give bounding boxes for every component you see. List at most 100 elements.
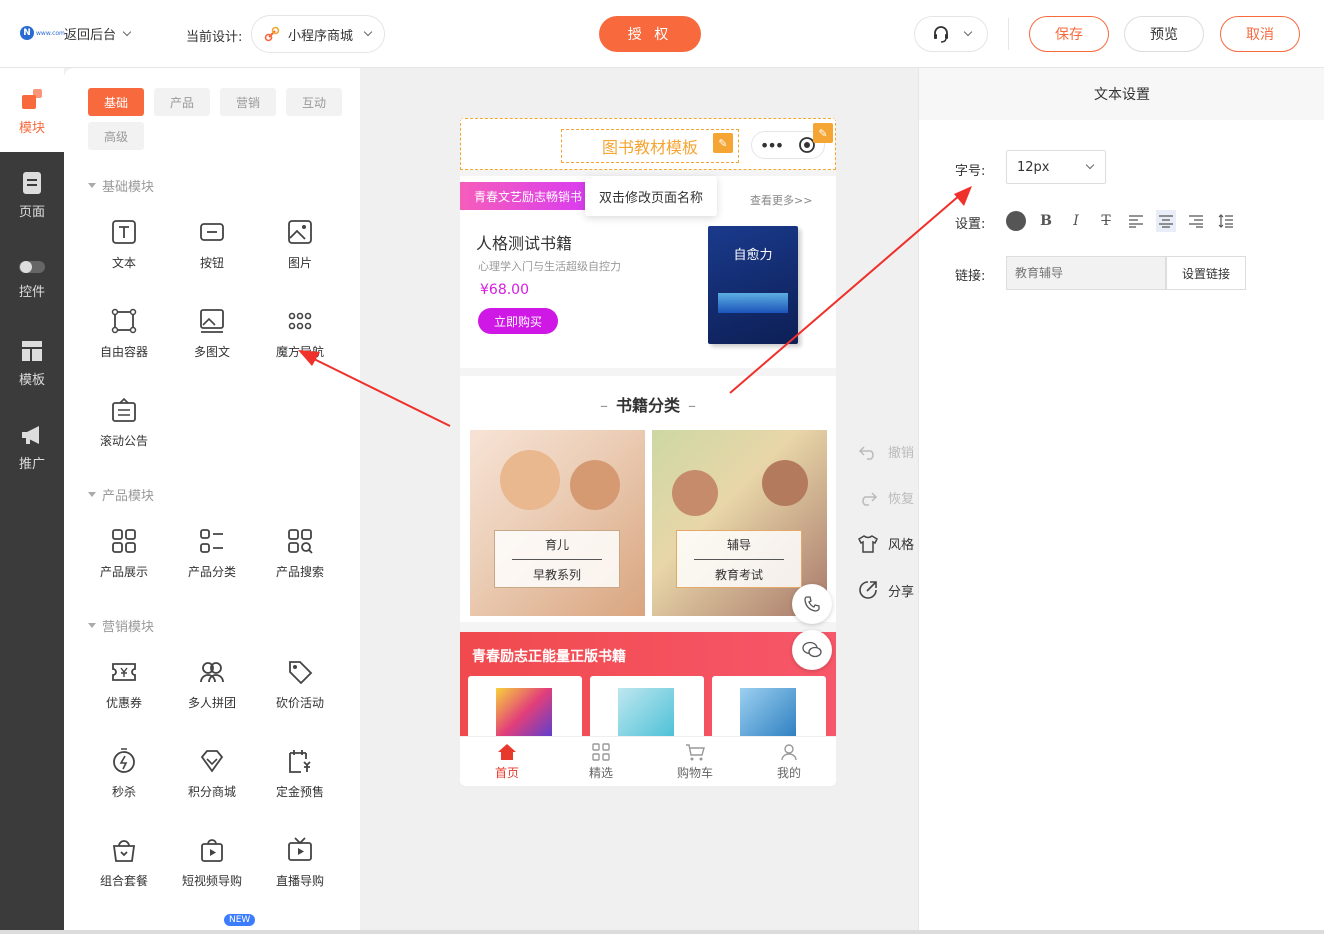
view-more-link[interactable]: 查看更多>> xyxy=(750,192,812,208)
tab-cart[interactable]: 购物车 xyxy=(648,737,742,786)
tab-product[interactable]: 产品 xyxy=(154,88,210,116)
module-deposit-presale[interactable]: 定金预售 xyxy=(256,747,344,812)
rail-item-module[interactable]: 模块 xyxy=(0,76,64,146)
module-button[interactable]: 按钮 xyxy=(168,218,256,283)
tab-home[interactable]: 首页 xyxy=(460,737,554,786)
product-module-grid: 产品展示 产品分类 产品搜索 xyxy=(80,527,344,592)
module-label: 砍价活动 xyxy=(275,696,324,710)
book-cover-art xyxy=(718,293,788,313)
wechat-button[interactable] xyxy=(792,630,832,670)
tab-label: 首页 xyxy=(494,765,519,780)
module-live[interactable]: 直播导购 xyxy=(256,836,344,901)
strikethrough-icon[interactable]: T xyxy=(1096,210,1116,232)
book-cover-image xyxy=(618,688,674,738)
set-link-button[interactable]: 设置链接 xyxy=(1166,256,1246,290)
tshirt-icon xyxy=(858,534,878,553)
collapse-triangle-icon xyxy=(88,623,96,628)
module-multi-image-text[interactable]: 多图文 xyxy=(168,307,256,372)
module-points-mall[interactable]: 积分商城 xyxy=(168,747,256,812)
module-text[interactable]: 文本 xyxy=(80,218,168,283)
module-flash-sale[interactable]: 秒杀 xyxy=(80,747,168,812)
module-magic-nav[interactable]: 魔方导航 xyxy=(256,307,344,372)
module-label: 自由容器 xyxy=(99,345,148,359)
module-free-container[interactable]: 自由容器 xyxy=(80,307,168,372)
module-coupon[interactable]: 优惠券 xyxy=(80,658,168,723)
align-left-icon[interactable] xyxy=(1126,210,1146,232)
page-title-bar[interactable]: 图书教材模板 ✎ ••• ✎ xyxy=(460,118,836,170)
tab-basic[interactable]: 基础 xyxy=(88,88,144,116)
rail-item-promote[interactable]: 推广 xyxy=(0,412,64,482)
diamond-icon xyxy=(200,750,224,773)
section-marketing-header[interactable]: 营销模块 xyxy=(88,616,154,635)
header-divider xyxy=(1008,18,1009,50)
module-combo[interactable]: 组合套餐 xyxy=(80,836,168,901)
tab-mine[interactable]: 我的 xyxy=(742,737,836,786)
align-center-icon[interactable] xyxy=(1156,210,1176,232)
link-icon xyxy=(264,26,280,42)
style-button[interactable]: 风格 xyxy=(858,534,914,553)
italic-icon[interactable]: I xyxy=(1066,210,1086,232)
stopwatch-bolt-icon xyxy=(113,748,135,773)
rail-item-control[interactable]: 控件 xyxy=(0,244,64,314)
rail-label: 页面 xyxy=(18,204,45,220)
module-product-category[interactable]: 产品分类 xyxy=(168,527,256,592)
category-card-parenting[interactable]: 育儿 早教系列 xyxy=(470,430,645,616)
preview-button[interactable]: 预览 xyxy=(1124,16,1204,52)
tab-marketing[interactable]: 营销 xyxy=(220,88,276,116)
design-select[interactable]: 小程序商城 xyxy=(251,15,385,53)
line-height-icon[interactable] xyxy=(1216,210,1236,232)
module-label: 秒杀 xyxy=(111,785,136,799)
module-label: 直播导购 xyxy=(275,874,324,888)
more-dots-icon: ••• xyxy=(759,135,784,155)
link-input[interactable] xyxy=(1006,256,1166,290)
phone-call-button[interactable] xyxy=(792,584,832,624)
redo-button[interactable]: 恢复 xyxy=(858,488,914,507)
module-label: 文本 xyxy=(111,256,136,270)
module-bargain[interactable]: 砍价活动 xyxy=(256,658,344,723)
settings-label: 设置: xyxy=(955,217,986,232)
back-to-admin-button[interactable]: 返回后台 xyxy=(64,24,132,43)
four-squares-icon xyxy=(112,529,136,553)
tab-interact[interactable]: 互动 xyxy=(286,88,342,116)
rename-page-tooltip: 双击修改页面名称 xyxy=(585,176,717,216)
module-scroll-notice[interactable]: 滚动公告 xyxy=(80,396,168,461)
module-label: 短视频导购 xyxy=(181,874,242,888)
section-basic-header[interactable]: 基础模块 xyxy=(88,176,154,195)
brand-logo[interactable]: N www.com xyxy=(20,26,65,40)
module-label: 优惠券 xyxy=(105,696,142,710)
align-right-icon[interactable] xyxy=(1186,210,1206,232)
action-label: 撤销 xyxy=(888,446,915,461)
module-image[interactable]: 图片 xyxy=(256,218,344,283)
module-product-search[interactable]: 产品搜索 xyxy=(256,527,344,592)
search-grid-icon xyxy=(288,529,313,554)
share-button[interactable]: 分享 xyxy=(858,580,914,600)
authorize-button[interactable]: 授 权 xyxy=(599,16,701,52)
font-size-select[interactable]: 12px xyxy=(1006,150,1106,184)
bold-icon[interactable]: B xyxy=(1036,210,1056,232)
tab-advanced[interactable]: 高级 xyxy=(88,122,144,150)
edit-pencil-icon[interactable]: ✎ xyxy=(813,123,833,143)
chevron-down-icon xyxy=(1085,160,1095,170)
text-color-swatch[interactable] xyxy=(1006,211,1026,231)
bottom-scrollbar[interactable] xyxy=(0,930,1324,934)
section-product-header[interactable]: 产品模块 xyxy=(88,485,154,504)
rail-item-template[interactable]: 模板 xyxy=(0,328,64,398)
four-squares-icon xyxy=(592,742,610,761)
customer-service-button[interactable] xyxy=(914,16,988,52)
cancel-button[interactable]: 取消 xyxy=(1220,16,1300,52)
module-group-buy[interactable]: 多人拼团 xyxy=(168,658,256,723)
tab-featured[interactable]: 精选 xyxy=(554,737,648,786)
gift-bag-icon xyxy=(112,840,136,862)
design-select-value: 小程序商城 xyxy=(288,28,354,44)
buy-now-button[interactable]: 立即购买 xyxy=(478,308,558,334)
save-button[interactable]: 保存 xyxy=(1029,16,1109,52)
book-cover-image: 自愈力 xyxy=(708,226,798,344)
module-label: 产品搜索 xyxy=(275,565,324,579)
font-size-label: 字号: xyxy=(955,164,986,179)
edit-pencil-icon[interactable]: ✎ xyxy=(713,133,733,153)
module-label: 滚动公告 xyxy=(99,434,148,448)
module-short-video[interactable]: 短视频导购 xyxy=(168,836,256,901)
rail-item-page[interactable]: 页面 xyxy=(0,160,64,230)
undo-button[interactable]: 撤销 xyxy=(858,442,914,461)
module-product-show[interactable]: 产品展示 xyxy=(80,527,168,592)
